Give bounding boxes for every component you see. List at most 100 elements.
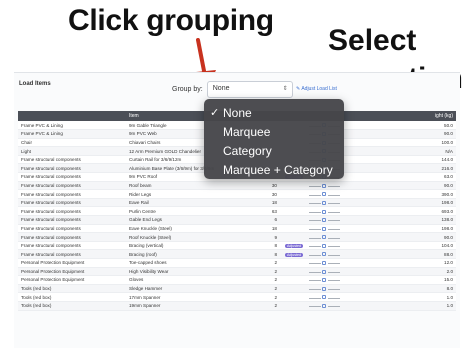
dropdown-option[interactable]: ✓ None bbox=[204, 103, 344, 122]
blank-line bbox=[309, 277, 321, 282]
cell-item[interactable]: Rider Legs bbox=[126, 189, 256, 199]
cell-item[interactable]: Gable End Legs bbox=[126, 215, 256, 225]
packed-checkbox[interactable] bbox=[322, 295, 327, 300]
cell-item[interactable]: 19mm Spanner bbox=[126, 301, 256, 311]
cell-packing bbox=[306, 267, 392, 277]
table-row: Personal Protection Equipment Toe-capped … bbox=[18, 258, 456, 268]
packed-checkbox[interactable] bbox=[322, 252, 327, 257]
cell-item[interactable]: Purlin Centre bbox=[126, 206, 256, 217]
column-header-weight[interactable]: ight (kg) bbox=[392, 111, 456, 121]
group-by-dropdown-menu: ✓ None Marquee Category Marquee + Category bbox=[204, 99, 344, 179]
cell-badge bbox=[280, 258, 306, 268]
table-row: Tools (red box) Sledge Hammer 2 8.0 bbox=[18, 284, 456, 294]
group-by-control: Group by: None ⇕ bbox=[172, 81, 293, 98]
blank-line bbox=[327, 303, 340, 308]
blank-line bbox=[309, 303, 321, 308]
cell-weight: 90.0 bbox=[392, 129, 456, 139]
table-row: Frame structural components Eave Knuckle … bbox=[18, 224, 456, 234]
cell-badge bbox=[280, 292, 306, 302]
cell-qty: 30 bbox=[256, 181, 280, 191]
cell-item[interactable]: Roof beam bbox=[126, 181, 256, 191]
chevron-updown-icon: ⇕ bbox=[282, 86, 288, 92]
cell-category: Frame structural components bbox=[18, 198, 126, 208]
adjust-load-list-link[interactable]: ✎ Adjust Load List bbox=[296, 86, 337, 92]
annotation-click-grouping: Click grouping bbox=[68, 4, 274, 37]
dropdown-option[interactable]: Category bbox=[204, 141, 344, 160]
blank-line bbox=[309, 235, 321, 239]
packed-checkbox[interactable] bbox=[322, 200, 327, 205]
cell-item[interactable]: Bracing (vertical) bbox=[126, 241, 256, 251]
cell-item[interactable]: Eave Rail bbox=[126, 198, 256, 208]
blank-line bbox=[327, 192, 340, 196]
cell-weight: 144.0 bbox=[392, 155, 456, 165]
packed-checkbox[interactable] bbox=[322, 192, 327, 197]
cell-packing bbox=[306, 232, 392, 242]
cell-packing bbox=[306, 292, 392, 302]
table-row: Tools (red box) 17mm Spanner 2 1.0 bbox=[18, 292, 456, 302]
packed-checkbox[interactable] bbox=[322, 269, 327, 274]
cell-item[interactable]: Bracing (roof) bbox=[126, 249, 256, 259]
packed-checkbox[interactable] bbox=[322, 304, 327, 309]
cell-qty: 30 bbox=[256, 189, 280, 199]
dropdown-option[interactable]: Marquee + Category bbox=[204, 160, 344, 179]
blank-line bbox=[327, 217, 340, 222]
blank-line bbox=[309, 260, 321, 265]
packed-checkbox[interactable] bbox=[322, 278, 327, 283]
packed-checkbox[interactable] bbox=[322, 261, 327, 266]
cell-item[interactable]: Sledge Hammer bbox=[126, 284, 256, 294]
cell-weight: 100.0 bbox=[392, 138, 456, 148]
cell-qty: 18 bbox=[256, 224, 280, 234]
cell-item[interactable]: Eave Knuckle (Steel) bbox=[126, 224, 256, 234]
cell-category: Frame structural components bbox=[18, 155, 126, 165]
blank-line bbox=[309, 286, 321, 291]
cell-qty: 2 bbox=[256, 292, 280, 302]
cell-item[interactable]: Gloves bbox=[126, 275, 256, 285]
cell-category: Personal Protection Equipment bbox=[18, 258, 126, 268]
cell-badge bbox=[280, 215, 306, 225]
table-row: Frame structural components Bracing (roof… bbox=[18, 249, 456, 259]
cell-qty: 63 bbox=[256, 206, 280, 217]
cell-badge: Adjusted bbox=[280, 249, 306, 259]
cell-weight: 90.0 bbox=[392, 232, 456, 242]
cell-qty: 2 bbox=[256, 258, 280, 268]
cell-packing bbox=[306, 224, 392, 234]
cell-badge bbox=[280, 275, 306, 285]
blank-line bbox=[327, 260, 340, 265]
blank-line bbox=[309, 183, 321, 187]
cell-category: Tools (red box) bbox=[18, 284, 126, 294]
cell-item[interactable]: 17mm Spanner bbox=[126, 292, 256, 302]
cell-badge bbox=[280, 267, 306, 277]
blank-line bbox=[327, 295, 340, 299]
dropdown-option[interactable]: Marquee bbox=[204, 122, 344, 141]
cell-weight: 216.0 bbox=[392, 163, 456, 174]
cell-weight: 8.0 bbox=[392, 284, 456, 294]
packed-checkbox[interactable] bbox=[322, 286, 327, 291]
packed-checkbox[interactable] bbox=[322, 218, 327, 223]
adjusted-badge: Adjusted bbox=[285, 252, 303, 257]
packed-checkbox[interactable] bbox=[322, 235, 327, 240]
cell-weight: N/A bbox=[392, 146, 456, 156]
cell-item[interactable]: High Visibility Wear bbox=[126, 267, 256, 277]
packed-checkbox[interactable] bbox=[322, 209, 327, 214]
cell-badge: Adjusted bbox=[280, 241, 306, 251]
checkmark-icon: ✓ bbox=[210, 107, 220, 119]
cell-weight: 1.0 bbox=[392, 292, 456, 302]
cell-packing bbox=[306, 206, 392, 217]
cell-category: Frame structural components bbox=[18, 189, 126, 199]
group-by-select[interactable]: None ⇕ bbox=[206, 81, 293, 98]
packed-checkbox[interactable] bbox=[322, 243, 327, 248]
cell-packing bbox=[306, 284, 392, 294]
cell-category: Frame structural components bbox=[18, 163, 126, 174]
cell-category: Frame PVC & Lining bbox=[18, 121, 126, 131]
blank-line bbox=[327, 183, 340, 187]
cell-item[interactable]: Toe-capped shoes bbox=[126, 258, 256, 268]
table-row: Personal Protection Equipment Gloves 2 15.… bbox=[18, 275, 456, 285]
cell-weight: 2.0 bbox=[392, 267, 456, 277]
blank-line bbox=[309, 295, 321, 299]
packed-checkbox[interactable] bbox=[322, 183, 327, 188]
cell-weight: 50.0 bbox=[392, 121, 456, 131]
cell-weight: 693.0 bbox=[392, 206, 456, 217]
cell-qty: 18 bbox=[256, 198, 280, 208]
cell-item[interactable]: Roof Knuckle (Steel) bbox=[126, 232, 256, 242]
packed-checkbox[interactable] bbox=[322, 226, 327, 231]
